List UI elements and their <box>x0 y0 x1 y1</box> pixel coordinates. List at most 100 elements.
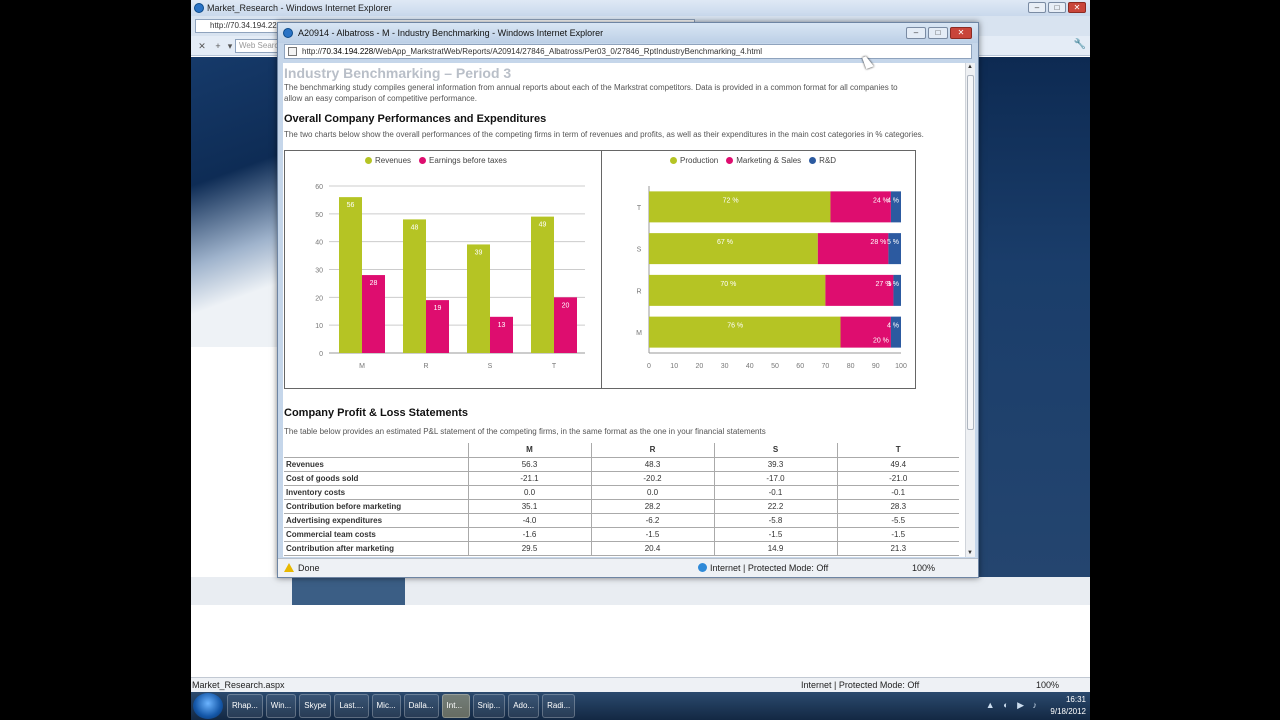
pl-header-m: M <box>467 443 591 458</box>
popup-browser-window: A20914 - Albatross - M - Industry Benchm… <box>277 22 979 578</box>
pl-cell-M: -1.6 <box>467 527 591 542</box>
section-desc-pl: The table below provides an estimated P&… <box>284 427 766 436</box>
pl-cell-T: -5.5 <box>836 513 959 528</box>
pl-cell-R: -1.5 <box>590 527 714 542</box>
pl-table-body: Revenues 56.3 48.3 39.3 49.4 Cost of goods so… <box>284 457 959 556</box>
y-tick-label: 50 <box>315 212 323 219</box>
bar-value-label: 39 <box>475 249 483 256</box>
bar-revenues-R <box>403 219 426 353</box>
start-button[interactable] <box>193 693 223 719</box>
bar-revenues-T <box>531 216 554 353</box>
y-tick-label: S <box>637 247 642 254</box>
pl-cell-T: 28.3 <box>836 499 959 514</box>
pl-header-row: M R S T <box>284 443 959 458</box>
taskbar-item[interactable]: Mic... <box>371 694 401 718</box>
taskbar-item[interactable]: Win... <box>265 694 297 718</box>
bar-segment-r-d-S <box>888 233 901 265</box>
pl-cell-S: 22.2 <box>713 499 837 514</box>
taskbar-item[interactable]: Int... <box>441 694 470 718</box>
pl-row-advertising-expenditures: Advertising expenditures -4.0 -6.2 -5.8 -5.5 <box>284 513 959 528</box>
popup-minimize-button[interactable]: – <box>906 27 926 39</box>
y-tick-label: 10 <box>315 323 323 330</box>
pl-cell-S: 39.3 <box>713 457 837 472</box>
clock-date: 9/18/2012 <box>1050 707 1086 716</box>
bar-value-label: 49 <box>539 222 547 229</box>
stop-icon[interactable]: ✕ <box>195 39 209 53</box>
popup-close-button[interactable]: ✕ <box>950 27 972 39</box>
taskbar-item[interactable]: Dalla... <box>403 694 439 718</box>
popup-status-zone: Internet | Protected Mode: Off <box>698 559 828 577</box>
pl-row-cost-of-goods-sold: Cost of goods sold -21.1 -20.2 -17.0 -21.0 <box>284 471 959 486</box>
system-clock[interactable]: 16:31 9/18/2012 <box>1050 694 1086 718</box>
popup-status-bar: Done Internet | Protected Mode: Off 100% <box>278 558 978 577</box>
pl-row-label: Inventory costs <box>284 485 468 500</box>
scroll-down-icon[interactable]: ▼ <box>967 550 973 556</box>
maximize-button[interactable]: □ <box>1048 2 1066 13</box>
y-tick-label: 20 <box>315 295 323 302</box>
pl-cell-T: -0.1 <box>836 485 959 500</box>
bar-revenues-M <box>339 197 362 353</box>
warning-icon <box>284 563 294 572</box>
pl-cell-M: 29.5 <box>467 541 591 556</box>
y-tick-label: 30 <box>315 268 323 275</box>
outer-window-controls: – □ ✕ <box>1028 2 1086 13</box>
taskbar-item[interactable]: Last.... <box>334 694 369 718</box>
bar-segment-production-T <box>649 191 831 223</box>
taskbar-item[interactable]: Radi... <box>542 694 576 718</box>
popup-vertical-scrollbar[interactable]: ▲ ▼ <box>965 63 975 557</box>
minimize-button[interactable]: – <box>1028 2 1046 13</box>
x-tick-label: 10 <box>670 363 678 370</box>
segment-value-label: 5 % <box>887 239 899 246</box>
scrollbar-thumb[interactable] <box>967 75 974 430</box>
pl-header-r: R <box>590 443 714 458</box>
pl-row-label: Revenues <box>284 457 468 472</box>
close-button[interactable]: ✕ <box>1068 2 1086 13</box>
outer-status-bar: Market_Research.aspx Internet | Protecte… <box>191 677 1090 692</box>
taskbar-item[interactable]: Ado... <box>508 694 540 718</box>
outer-title-bar: Market_Research - Windows Internet Explo… <box>191 0 1090 16</box>
scroll-up-icon[interactable]: ▲ <box>967 64 973 70</box>
wrench-icon[interactable]: 🔧 <box>1074 39 1086 50</box>
pl-cell-S: -0.1 <box>713 485 837 500</box>
x-tick-label: S <box>488 363 493 370</box>
pl-cell-T: 21.3 <box>836 541 959 556</box>
page-icon <box>288 47 297 56</box>
segment-value-label: 20 % <box>873 338 889 345</box>
pl-cell-T: -1.5 <box>836 527 959 542</box>
pl-cell-M: -4.0 <box>467 513 591 528</box>
pl-cell-R: -6.2 <box>590 513 714 528</box>
pl-row-revenues: Revenues 56.3 48.3 39.3 49.4 <box>284 457 959 472</box>
section-title-pl: Company Profit & Loss Statements <box>284 407 468 419</box>
pl-cell-S: -1.5 <box>713 527 837 542</box>
bar-value-label: 28 <box>370 280 378 287</box>
x-tick-label: 60 <box>796 363 804 370</box>
popup-status-zoom[interactable]: 100% <box>912 559 935 577</box>
ie-icon <box>194 3 204 13</box>
pl-row-label: Contribution before marketing <box>284 499 468 514</box>
segment-value-label: 72 % <box>723 197 739 204</box>
bar-value-label: 19 <box>434 305 442 312</box>
pl-row-commercial-team-costs: Commercial team costs -1.6 -1.5 -1.5 -1.5 <box>284 527 959 542</box>
popup-maximize-button[interactable]: □ <box>928 27 948 39</box>
y-tick-label: 40 <box>315 240 323 247</box>
bar-segment-production-M <box>649 316 841 348</box>
tray-icons[interactable]: ▲ ◐ ▶ ♪ <box>986 700 1040 711</box>
outer-status-text: Market_Research.aspx <box>192 680 285 690</box>
pl-cell-R: 0.0 <box>590 485 714 500</box>
taskbar-item[interactable]: Skype <box>299 694 332 718</box>
pl-cell-S: 14.9 <box>713 541 837 556</box>
pl-cell-S: -5.8 <box>713 513 837 528</box>
background-graphic-left <box>191 57 281 347</box>
bar-segment-r-d-R <box>893 274 901 306</box>
popup-url-path: /WebApp_MarkstratWeb/Reports/A20914/2784… <box>373 47 763 56</box>
taskbar-item[interactable]: Snip... <box>472 694 506 718</box>
pl-row-contribution-before-marketing: Contribution before marketing 35.1 28.2 22.… <box>284 499 959 514</box>
bar-value-label: 56 <box>347 202 355 209</box>
outer-status-zoom[interactable]: 100% <box>1036 678 1059 692</box>
popup-status-done: Done <box>298 563 320 573</box>
bar-value-label: 48 <box>411 224 419 231</box>
ie-icon <box>283 28 293 38</box>
x-tick-label: T <box>552 363 557 370</box>
segment-value-label: 70 % <box>720 281 736 288</box>
taskbar-item[interactable]: Rhap... <box>227 694 263 718</box>
